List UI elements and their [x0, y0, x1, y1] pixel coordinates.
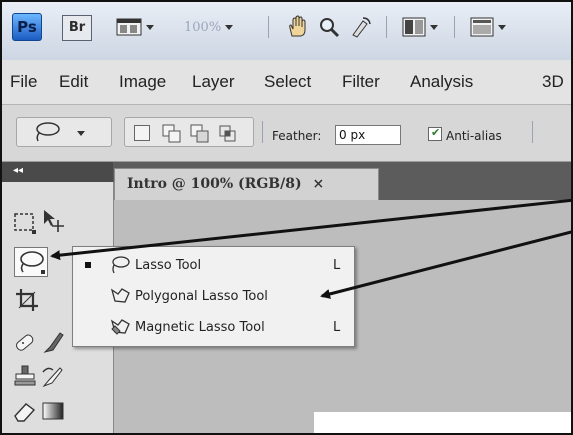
annotation-arrow-to-lasso-tool: [50, 198, 571, 261]
annotation-arrow-to-polygonal-lasso: [320, 230, 571, 299]
photoshop-window: Ps Br 100% File Edit Image Layer Select …: [0, 0, 573, 435]
annotation-arrows: [50, 198, 571, 299]
